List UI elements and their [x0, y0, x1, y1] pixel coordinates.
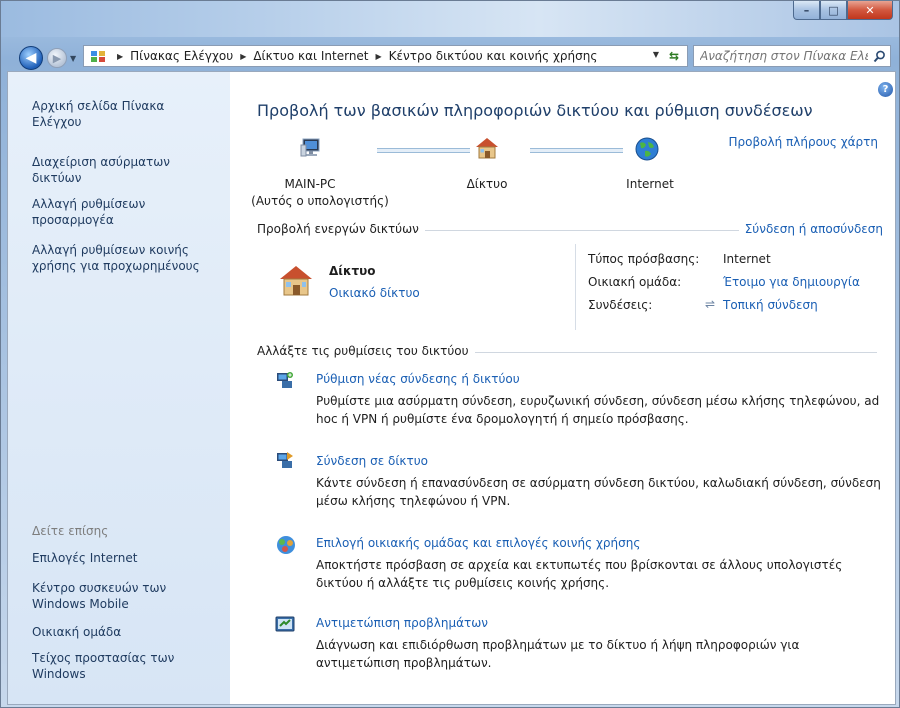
connect-disconnect-link[interactable]: Σύνδεση ή αποσύνδεση [738, 222, 883, 236]
help-icon[interactable]: ? [878, 82, 893, 97]
homegroup-sharing-icon [275, 534, 295, 554]
network-name: Δίκτυο [329, 264, 376, 278]
connections-label: Συνδέσεις: [588, 298, 653, 312]
see-also-heading: Δείτε επίσης [32, 524, 109, 538]
recent-pages-dropdown[interactable]: ▼ [70, 54, 76, 63]
search-box[interactable] [693, 45, 891, 67]
content-area: Αρχική σελίδα Πίνακα Ελέγχου Διαχείριση … [7, 71, 896, 705]
homegroup-link[interactable]: Έτοιμο για δημιουργία [723, 275, 860, 289]
troubleshoot-link[interactable]: Αντιμετώπιση προβλημάτων [316, 616, 488, 630]
main-pane: ? Προβολή των βασικών πληροφοριών δικτύο… [230, 72, 895, 704]
maximize-button[interactable]: □ [820, 1, 847, 20]
internet-label: Internet [626, 177, 674, 191]
tasks-pane: Αρχική σελίδα Πίνακα Ελέγχου Διαχείριση … [8, 72, 230, 704]
setup-new-connection-desc: Ρυθμίστε μια ασύρματη σύνδεση, ευρυζωνικ… [316, 394, 880, 426]
local-connection-link[interactable]: Τοπική σύνδεση [723, 298, 818, 312]
page-title: Προβολή των βασικών πληροφοριών δικτύου … [257, 101, 813, 120]
active-networks-label: Προβολή ενεργών δικτύων [257, 222, 425, 236]
view-full-map-link[interactable]: Προβολή πλήρους χάρτη [729, 135, 878, 149]
sidebar-link-windows-firewall[interactable]: Τείχος προστασίας των Windows [32, 650, 192, 682]
change-settings-label: Αλλάξτε τις ρυθμίσεις του δικτύου [257, 344, 475, 358]
title-bar[interactable]: – □ ✕ [1, 1, 899, 37]
breadcrumb-separator-icon[interactable]: ▶ [117, 52, 123, 61]
connect-to-network-desc: Κάντε σύνδεση ή επανασύνδεση σε ασύρματη… [316, 476, 881, 508]
sidebar-link-windows-mobile[interactable]: Κέντρο συσκευών των Windows Mobile [32, 580, 192, 612]
computer-icon [300, 136, 320, 163]
navigation-bar: ◀ ▶ ▼ ▶ Πίνακας Ελέγχου ▶ Δίκτυο και Int… [1, 37, 899, 71]
sidebar-link-internet-options[interactable]: Επιλογές Internet [32, 550, 217, 566]
minimize-button[interactable]: – [793, 1, 820, 20]
close-button[interactable]: ✕ [847, 1, 893, 20]
address-bar[interactable]: ▶ Πίνακας Ελέγχου ▶ Δίκτυο και Internet … [83, 45, 688, 67]
computer-name: MAIN-PC [284, 177, 336, 191]
arrow-left-icon: ◀ [25, 50, 37, 66]
forward-button[interactable]: ▶ [47, 48, 67, 68]
house-network-large-icon [278, 264, 314, 301]
window: – □ ✕ ◀ ▶ ▼ ▶ Πίνακας Ελέγχου ▶ Δίκτυο κ… [0, 0, 900, 708]
properties-divider [575, 244, 576, 330]
map-link-network-internet [530, 148, 623, 153]
search-icon[interactable] [870, 47, 888, 65]
breadcrumb-network-internet[interactable]: Δίκτυο και Internet [253, 49, 368, 63]
connect-network-icon [275, 450, 295, 470]
control-panel-icon [90, 48, 106, 64]
globe-icon [634, 136, 660, 165]
network-label: Δίκτυο [466, 177, 508, 191]
connect-to-network-link[interactable]: Σύνδεση σε δίκτυο [316, 454, 428, 468]
sidebar-link-homegroup[interactable]: Οικιακή ομάδα [32, 624, 217, 640]
computer-sub-label: (Αυτός ο υπολογιστής) [251, 194, 389, 208]
breadcrumb-control-panel[interactable]: Πίνακας Ελέγχου [130, 49, 233, 63]
search-input[interactable] [694, 48, 870, 64]
access-type-label: Τύπος πρόσβασης: [588, 252, 700, 266]
breadcrumb-separator-icon[interactable]: ▶ [240, 52, 246, 61]
sidebar-link-adapter-settings[interactable]: Αλλαγή ρυθμίσεων προσαρμογέα [32, 196, 217, 228]
breadcrumb-separator-icon[interactable]: ▶ [376, 52, 382, 61]
address-history-dropdown[interactable]: ▼ [653, 50, 659, 59]
setup-new-connection-link[interactable]: Ρύθμιση νέας σύνδεσης ή δικτύου [316, 372, 520, 386]
refresh-icon[interactable]: ⇆ [665, 47, 683, 65]
arrow-right-icon: ▶ [52, 51, 62, 65]
sidebar-link-control-panel-home[interactable]: Αρχική σελίδα Πίνακα Ελέγχου [32, 98, 217, 130]
sidebar-link-manage-wireless[interactable]: Διαχείριση ασύρματων δικτύων [32, 154, 217, 186]
caption-buttons: – □ ✕ [793, 1, 893, 21]
network-type-link[interactable]: Οικιακό δίκτυο [329, 286, 420, 300]
homegroup-sharing-desc: Αποκτήστε πρόσβαση σε αρχεία και εκτυπωτ… [316, 558, 843, 590]
troubleshoot-icon [275, 614, 295, 634]
troubleshoot-desc: Διάγνωση και επιδιόρθωση προβλημάτων με … [316, 638, 800, 670]
access-type-value: Internet [723, 252, 771, 266]
breadcrumb-network-sharing-center[interactable]: Κέντρο δικτύου και κοινής χρήσης [389, 49, 598, 63]
ethernet-connection-icon: ⇌ [705, 297, 716, 311]
homegroup-sharing-link[interactable]: Επιλογή οικιακής ομάδας και επιλογές κοι… [316, 536, 640, 550]
new-connection-icon [275, 370, 295, 390]
map-link-computer-network [377, 148, 470, 153]
sidebar-link-advanced-sharing[interactable]: Αλλαγή ρυθμίσεων κοινής χρήσης για προχω… [32, 242, 217, 274]
homegroup-label: Οικιακή ομάδα: [588, 275, 682, 289]
house-network-icon [474, 136, 500, 163]
back-button[interactable]: ◀ [19, 46, 43, 70]
